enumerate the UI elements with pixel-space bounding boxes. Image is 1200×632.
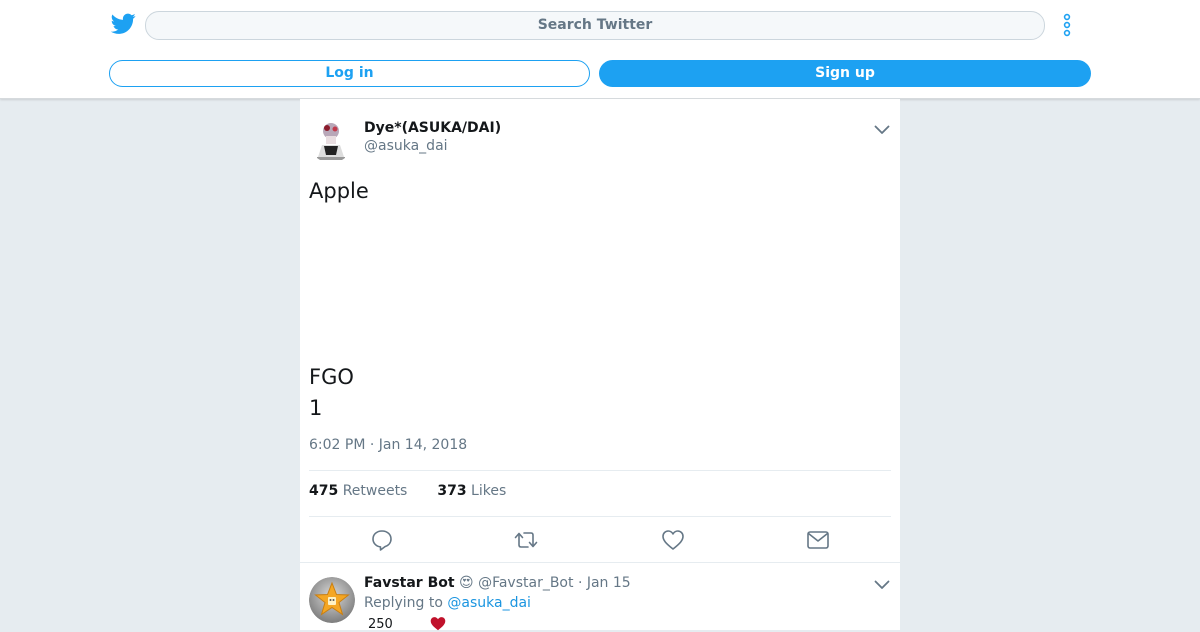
reply-handle-date[interactable]: @Favstar_Bot · Jan 15 bbox=[478, 575, 631, 591]
heart-icon bbox=[430, 617, 446, 631]
favstar-avatar-image bbox=[309, 577, 355, 623]
author-display-name[interactable]: Dye*(ASUKA/DAI) bbox=[364, 120, 501, 136]
tweet-stats: 475 Retweets 373 Likes bbox=[309, 483, 506, 499]
replying-to: Replying to @asuka_dai bbox=[364, 595, 531, 611]
divider bbox=[309, 516, 891, 517]
signup-button[interactable]: Sign up bbox=[599, 60, 1091, 87]
likes-count: 373 bbox=[437, 483, 467, 499]
likes-label: Likes bbox=[471, 483, 507, 499]
direct-message-icon[interactable] bbox=[806, 528, 830, 552]
replying-to-link[interactable]: @asuka_dai bbox=[447, 595, 531, 611]
tweet-text-line: FGO bbox=[309, 365, 354, 389]
chevron-down-icon[interactable] bbox=[874, 125, 890, 135]
author-avatar[interactable] bbox=[309, 119, 353, 163]
more-options-icon[interactable] bbox=[1060, 13, 1074, 37]
replying-prefix: Replying to bbox=[364, 595, 443, 611]
retweet-icon[interactable] bbox=[514, 528, 538, 552]
twitter-logo-icon[interactable] bbox=[111, 13, 136, 35]
tweet-text-line: 1 bbox=[309, 396, 323, 420]
chevron-down-icon[interactable] bbox=[874, 580, 890, 590]
divider bbox=[300, 562, 900, 563]
reply-author-avatar[interactable] bbox=[309, 577, 355, 623]
emoji: 😍 bbox=[459, 575, 474, 591]
reply-icon[interactable] bbox=[370, 528, 394, 552]
like-icon[interactable] bbox=[661, 528, 685, 552]
tweet-timestamp[interactable]: 6:02 PM · Jan 14, 2018 bbox=[309, 437, 467, 453]
retweets-count: 475 bbox=[309, 483, 339, 499]
tweet-text-line: Apple bbox=[309, 179, 369, 203]
top-navigation-bar: Search Twitter Log in Sign up bbox=[0, 0, 1200, 99]
login-button[interactable]: Log in bbox=[109, 60, 590, 87]
likes-stat[interactable]: 373 Likes bbox=[437, 483, 506, 499]
author-avatar-image bbox=[309, 119, 353, 163]
search-input[interactable]: Search Twitter bbox=[145, 11, 1045, 40]
retweets-stat[interactable]: 475 Retweets bbox=[309, 483, 407, 499]
reply-header: Favstar Bot 😍 @Favstar_Bot · Jan 15 bbox=[364, 575, 631, 591]
tweet-card: Dye*(ASUKA/DAI) @asuka_dai Apple FGO 1 6… bbox=[300, 99, 900, 632]
divider bbox=[309, 470, 891, 471]
author-handle[interactable]: @asuka_dai bbox=[364, 138, 448, 154]
retweets-label: Retweets bbox=[342, 483, 408, 499]
reply-author-name[interactable]: Favstar Bot bbox=[364, 575, 455, 591]
